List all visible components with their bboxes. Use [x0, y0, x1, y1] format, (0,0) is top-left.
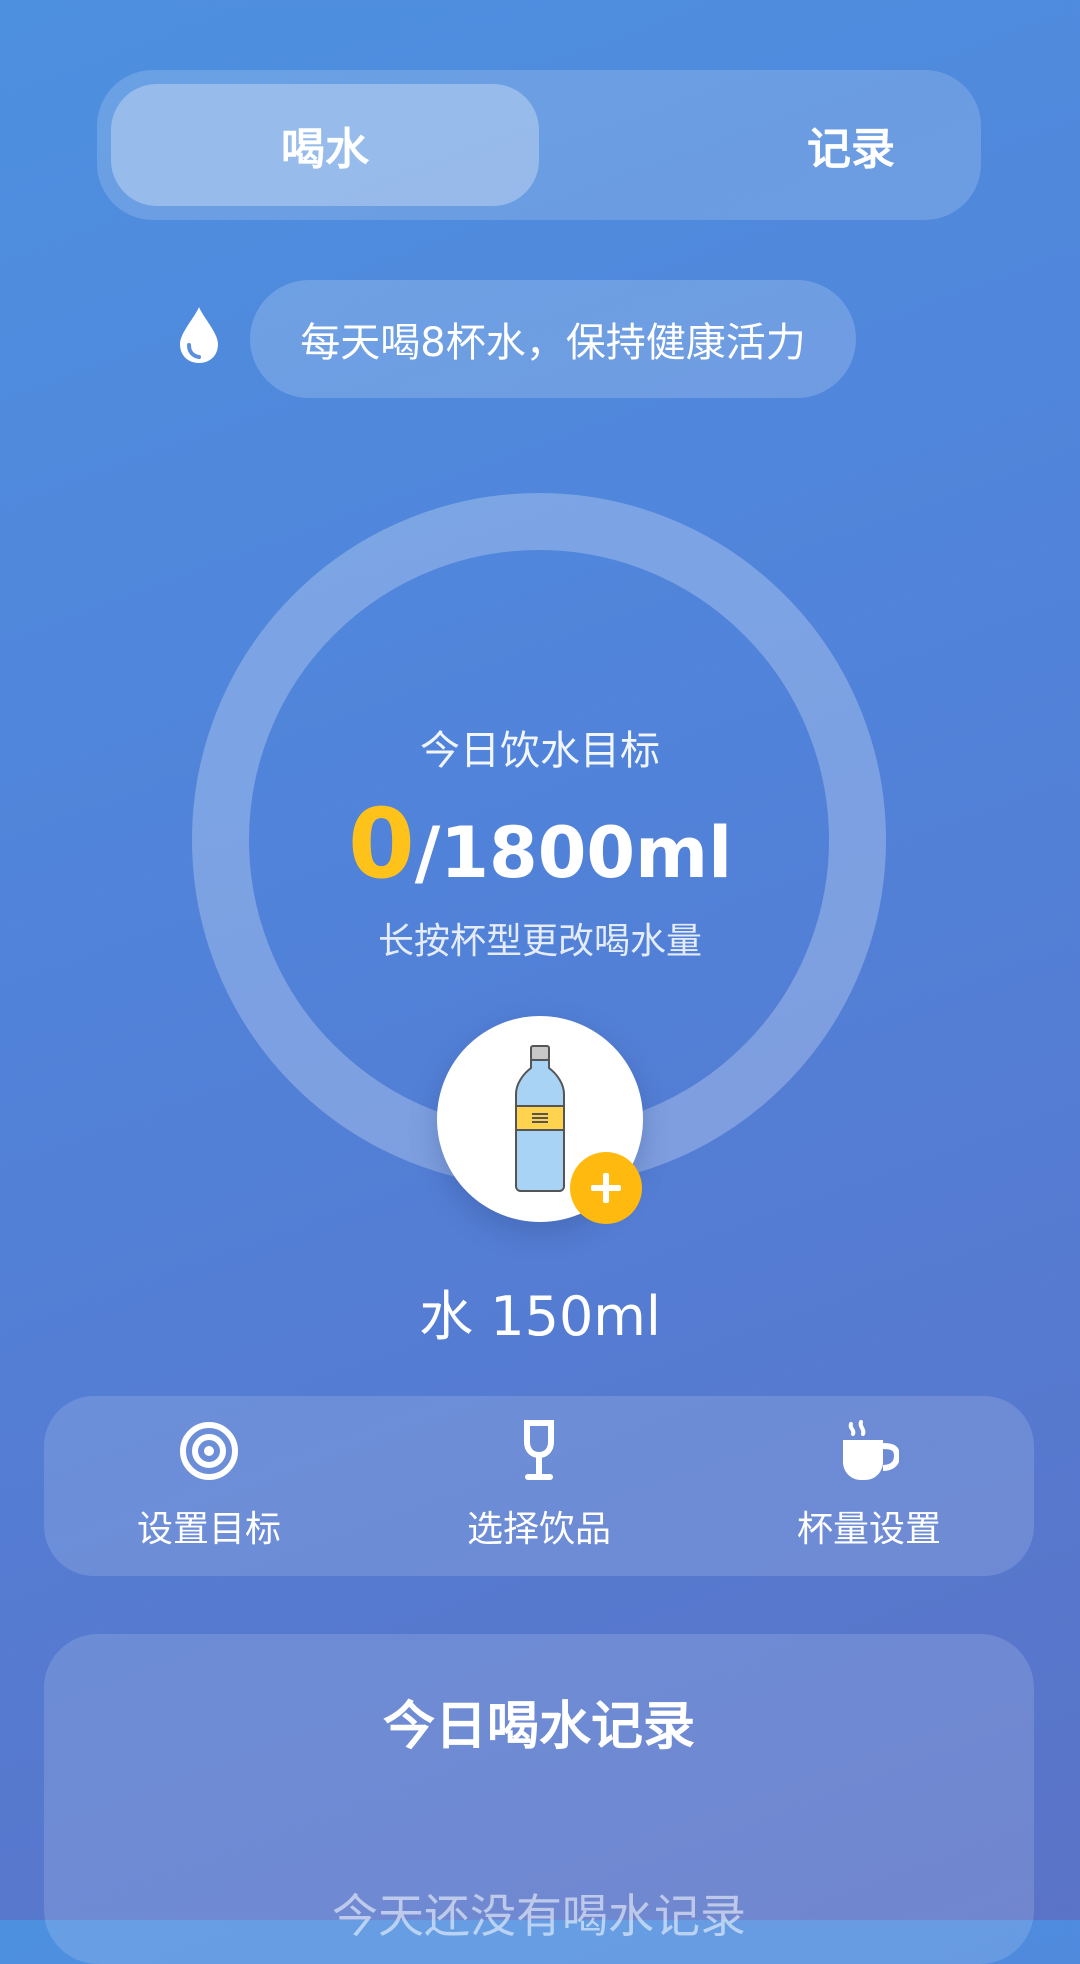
- today-records-card: 今日喝水记录 今天还没有喝水记录: [44, 1634, 1034, 1964]
- records-empty-text: 今天还没有喝水记录: [332, 1889, 746, 1943]
- set-goal-button[interactable]: 设置目标: [44, 1396, 374, 1576]
- records-title: 今日喝水记录: [382, 1697, 695, 1757]
- goal-current-amount: 0: [347, 788, 415, 900]
- wine-glass-icon: [524, 1420, 554, 1480]
- goal-total-amount: /1800ml: [414, 812, 733, 894]
- goal-label: 今日饮水目标: [420, 728, 660, 774]
- set-goal-label: 设置目标: [136, 1509, 281, 1550]
- cup-settings-label: 杯量设置: [796, 1509, 941, 1550]
- tab-drink-water[interactable]: 喝水: [111, 84, 539, 206]
- top-tab-bar: 喝水 记录: [97, 70, 981, 220]
- action-bar: 设置目标 选择饮品 杯量设置: [44, 1396, 1034, 1576]
- target-icon: [180, 1422, 238, 1480]
- cup-settings-button[interactable]: 杯量设置: [704, 1396, 1034, 1576]
- tab-records[interactable]: 记录: [637, 84, 1065, 206]
- water-drop-icon: [180, 307, 218, 363]
- tab-records-label: 记录: [807, 124, 895, 175]
- daily-tip: 每天喝8杯水，保持健康活力: [250, 280, 856, 398]
- select-drink-label: 选择饮品: [466, 1509, 611, 1550]
- coffee-cup-icon: [843, 1420, 899, 1480]
- goal-value: 0/1800ml: [0, 788, 1080, 900]
- drink-water-screen: 喝水 记录 每天喝8杯水，保持健康活力 今日饮水目标 0/1800ml 长按杯型…: [0, 0, 1080, 1964]
- water-bottle-icon: [515, 1045, 565, 1192]
- goal-hint: 长按杯型更改喝水量: [377, 921, 702, 962]
- tab-drink-water-label: 喝水: [281, 124, 369, 175]
- plus-icon: [591, 1173, 621, 1203]
- daily-tip-text: 每天喝8杯水，保持健康活力: [300, 320, 806, 366]
- select-drink-button[interactable]: 选择饮品: [374, 1396, 704, 1576]
- drink-amount-label: 水 150ml: [419, 1285, 661, 1348]
- add-drink-button[interactable]: [570, 1152, 642, 1224]
